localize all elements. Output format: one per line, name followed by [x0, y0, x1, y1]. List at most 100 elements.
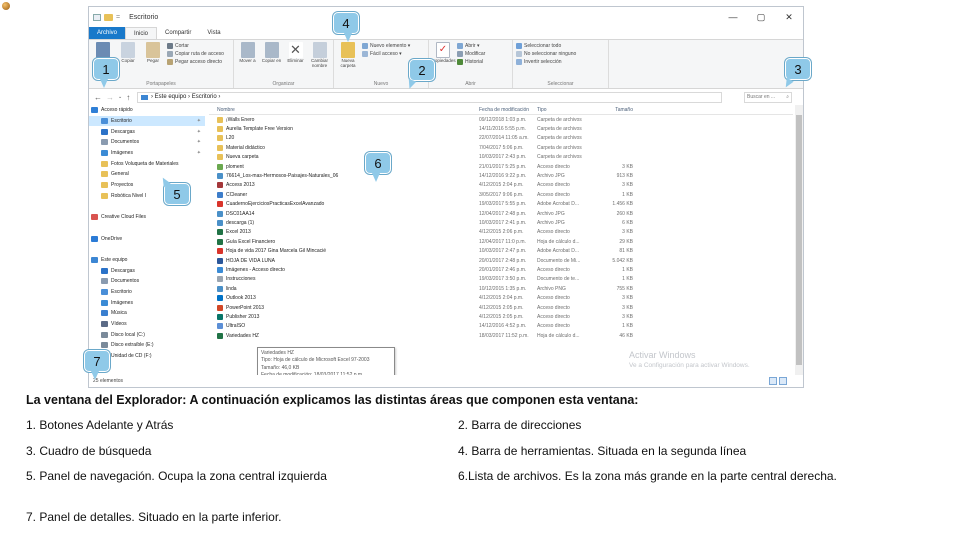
- nav-item[interactable]: Disco local (C:): [89, 329, 205, 340]
- maximize-button[interactable]: ▢: [747, 7, 775, 27]
- file-date: 10/03/2017 2:41 p.m.: [479, 219, 527, 226]
- paste-shortcut-button[interactable]: Pegar acceso directo: [167, 59, 224, 65]
- nav-item[interactable]: Creative Cloud Files: [89, 212, 205, 223]
- nav-item[interactable]: OneDrive: [89, 233, 205, 244]
- large-icons-view-icon[interactable]: [779, 377, 787, 385]
- column-type[interactable]: Tipo: [537, 107, 593, 113]
- file-row[interactable]: Hoja de vida 2017 Gina Marcela Gil Minca…: [209, 246, 793, 255]
- tab-inicio[interactable]: Inicio: [125, 27, 158, 39]
- file-row[interactable]: descarga (1) 10/03/2017 2:41 p.m. Archivo …: [209, 218, 793, 227]
- nav-item[interactable]: Descargas ✦: [89, 126, 205, 137]
- column-name[interactable]: Nombre: [209, 107, 357, 113]
- file-name: DSC01AA14: [226, 210, 255, 217]
- quick-access-dropdown-icon[interactable]: =: [116, 14, 120, 21]
- nav-item[interactable]: Música: [89, 308, 205, 319]
- details-view-icon[interactable]: [769, 377, 777, 385]
- ribbon-tabs: Archivo Inicio Compartir Vista: [89, 27, 803, 39]
- nav-item[interactable]: Documentos: [89, 276, 205, 287]
- nav-item[interactable]: Este equipo: [89, 255, 205, 266]
- nav-item[interactable]: Fotos Voluqueta de Materiales: [89, 158, 205, 169]
- file-row[interactable]: Imágenes - Acceso directo 20/01/2017 2:46…: [209, 265, 793, 274]
- nav-item[interactable]: [89, 223, 205, 234]
- file-row[interactable]: ¡Walls Enero 09/12/2018 1:03 p.m. Carpeta …: [209, 115, 793, 124]
- pin-icon[interactable]: ✦: [197, 118, 201, 124]
- file-row[interactable]: Access 2013 4/12/2015 2:04 p.m. Acceso dir…: [209, 181, 793, 190]
- file-row[interactable]: Publisher 2013 4/12/2015 2:05 p.m. Acceso …: [209, 312, 793, 321]
- file-icon: [217, 238, 223, 245]
- file-row[interactable]: CuadernoEjerciciosPracticasExcelAvanzado…: [209, 200, 793, 209]
- recent-chevron-icon[interactable]: ⌄: [118, 94, 122, 100]
- select-all-button[interactable]: Seleccionar todo: [516, 43, 605, 49]
- nav-item-label: Robótica Nivel I: [111, 192, 147, 199]
- nav-item[interactable]: Imágenes ✦: [89, 148, 205, 159]
- pin-icon[interactable]: ✦: [197, 139, 201, 145]
- select-none-button[interactable]: No seleccionar ninguno: [516, 51, 605, 57]
- file-row[interactable]: UltraISO 14/12/2016 4:52 p.m. Acceso direc…: [209, 322, 793, 331]
- file-name: Instrucciones: [226, 276, 256, 283]
- nav-item[interactable]: Descargas: [89, 265, 205, 276]
- forward-arrow-icon[interactable]: →: [106, 93, 114, 102]
- file-row[interactable]: Instrucciones 19/03/2017 3:50 p.m. Documen…: [209, 275, 793, 284]
- file-row[interactable]: 76614_Los-mas-Hermosos-Paisajes-Naturale…: [209, 171, 793, 180]
- easy-access-button[interactable]: Fácil acceso ▾: [362, 51, 410, 57]
- nav-item[interactable]: [89, 244, 205, 255]
- history-button[interactable]: Historial: [457, 59, 485, 65]
- file-type: Acceso directo: [537, 323, 570, 330]
- file-row[interactable]: Excel 2013 4/12/2015 2:06 p.m. Acceso dire…: [209, 228, 793, 237]
- move-to-button[interactable]: Mover a: [237, 42, 258, 64]
- new-folder-button[interactable]: Nueva carpeta: [337, 42, 359, 69]
- column-size[interactable]: Tamaño: [593, 107, 635, 113]
- copy-path-button[interactable]: Copiar ruta de acceso: [167, 51, 224, 57]
- file-row[interactable]: PowerPoint 2013 4/12/2015 2:05 p.m. Acceso…: [209, 303, 793, 312]
- minimize-button[interactable]: —: [719, 7, 747, 27]
- tab-vista[interactable]: Vista: [199, 27, 228, 39]
- file-row[interactable]: Aurelia Template Free Version 14/11/2016 …: [209, 124, 793, 133]
- file-row[interactable]: Outlook 2013 4/12/2015 2:04 p.m. Acceso di…: [209, 293, 793, 302]
- paste-button[interactable]: Pegar: [142, 42, 164, 64]
- file-row[interactable]: L20 22/07/2014 11:05 a.m. Carpeta de archi…: [209, 134, 793, 143]
- title-bar: = Escritorio — ▢ ✕: [89, 7, 803, 27]
- rename-button[interactable]: Cambiar nombre: [309, 42, 330, 69]
- column-date[interactable]: Fecha de modificación: [479, 107, 537, 113]
- properties-button[interactable]: ✓ Propiedades: [430, 42, 456, 64]
- up-arrow-icon[interactable]: ↑: [126, 93, 130, 102]
- file-row[interactable]: Guía Excel Financiero 12/04/2017 11:0 p.m…: [209, 237, 793, 246]
- tab-archivo[interactable]: Archivo: [89, 27, 126, 39]
- address-bar[interactable]: › Este equipo › Escritorio ›: [137, 91, 722, 103]
- file-row[interactable]: CCleaner 3/05/2017 9:06 p.m. Acceso direct…: [209, 190, 793, 199]
- pin-icon[interactable]: ✦: [197, 150, 201, 156]
- file-row[interactable]: Variedades HZ 18/03/2017 11:52 p.m. Hoja d…: [209, 331, 793, 340]
- copy-to-button[interactable]: Copiar en: [261, 42, 282, 64]
- nav-item[interactable]: Escritorio: [89, 287, 205, 298]
- nav-item[interactable]: Acceso rápido: [89, 105, 205, 116]
- nav-item[interactable]: Imágenes: [89, 297, 205, 308]
- tab-compartir[interactable]: Compartir: [157, 27, 199, 39]
- vertical-scrollbar[interactable]: [795, 105, 803, 377]
- rename-icon: [312, 42, 327, 58]
- pin-icon[interactable]: ✦: [197, 129, 201, 135]
- file-row[interactable]: DSC01AA14 12/04/2017 2:48 p.m. Archivo JPG…: [209, 209, 793, 218]
- copy-button[interactable]: Copiar: [117, 42, 139, 64]
- file-row[interactable]: ploment 21/01/2017 5:25 p.m. Acceso direct…: [209, 162, 793, 171]
- nav-item[interactable]: Documentos ✦: [89, 137, 205, 148]
- file-row[interactable]: Material didáctico 7/04/2017 5:06 p.m. Car…: [209, 143, 793, 152]
- nav-item[interactable]: General: [89, 169, 205, 180]
- file-row[interactable]: HOJA DE VIDA LUNA 20/01/2017 2:48 p.m. Doc…: [209, 256, 793, 265]
- edit-icon: [457, 51, 463, 57]
- back-arrow-icon[interactable]: ←: [94, 93, 102, 102]
- nav-item[interactable]: Vídeos: [89, 319, 205, 330]
- file-date: 4/12/2015 2:05 p.m.: [479, 304, 524, 311]
- scrollbar-thumb[interactable]: [796, 115, 802, 365]
- new-item-button[interactable]: Nuevo elemento ▾: [362, 43, 410, 49]
- file-row[interactable]: linda 10/12/2015 1:35 p.m. Archivo PNG 755 …: [209, 284, 793, 293]
- search-box[interactable]: Buscar en ... ⌕: [744, 91, 792, 103]
- invert-selection-button[interactable]: Invertir selección: [516, 59, 605, 65]
- close-button[interactable]: ✕: [775, 7, 803, 27]
- file-row[interactable]: Nueva carpeta 10/03/2017 2:43 p.m. Carpeta…: [209, 153, 793, 162]
- nav-item[interactable]: Escritorio ✦: [89, 115, 205, 127]
- edit-button[interactable]: Modificar: [457, 51, 485, 57]
- cut-button[interactable]: Cortar: [167, 43, 224, 49]
- delete-button[interactable]: ✕ Eliminar: [285, 42, 306, 64]
- open-button[interactable]: Abrir ▾: [457, 43, 485, 49]
- file-icon: [217, 191, 223, 198]
